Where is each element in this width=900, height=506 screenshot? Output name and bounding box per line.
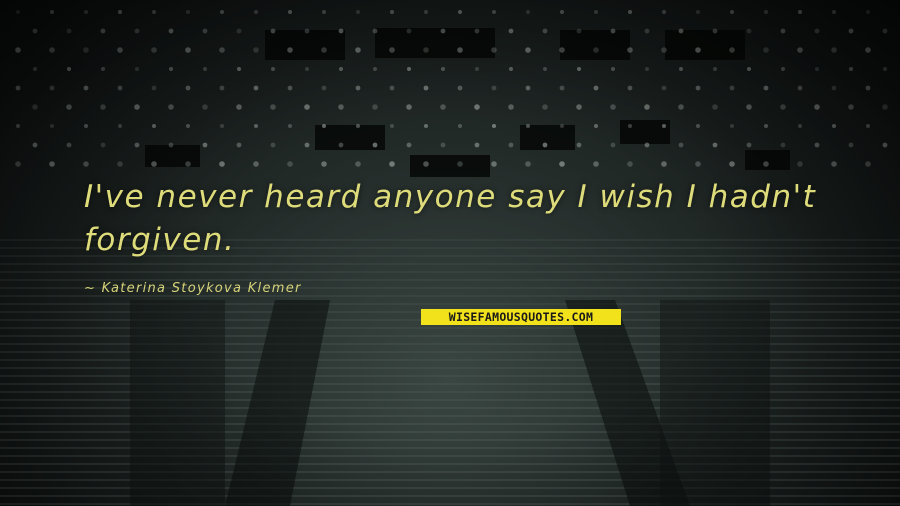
quote-author: ~ Katerina Stoykova Klemer (84, 281, 302, 296)
quote-text: I've never heard anyone say I wish I had… (84, 179, 817, 258)
quote-card: I've never heard anyone say I wish I had… (0, 0, 900, 506)
site-logo[interactable]: WISEFAMOUSQUOTES.COM (421, 309, 621, 325)
site-logo-text: WISEFAMOUSQUOTES.COM (448, 310, 594, 324)
